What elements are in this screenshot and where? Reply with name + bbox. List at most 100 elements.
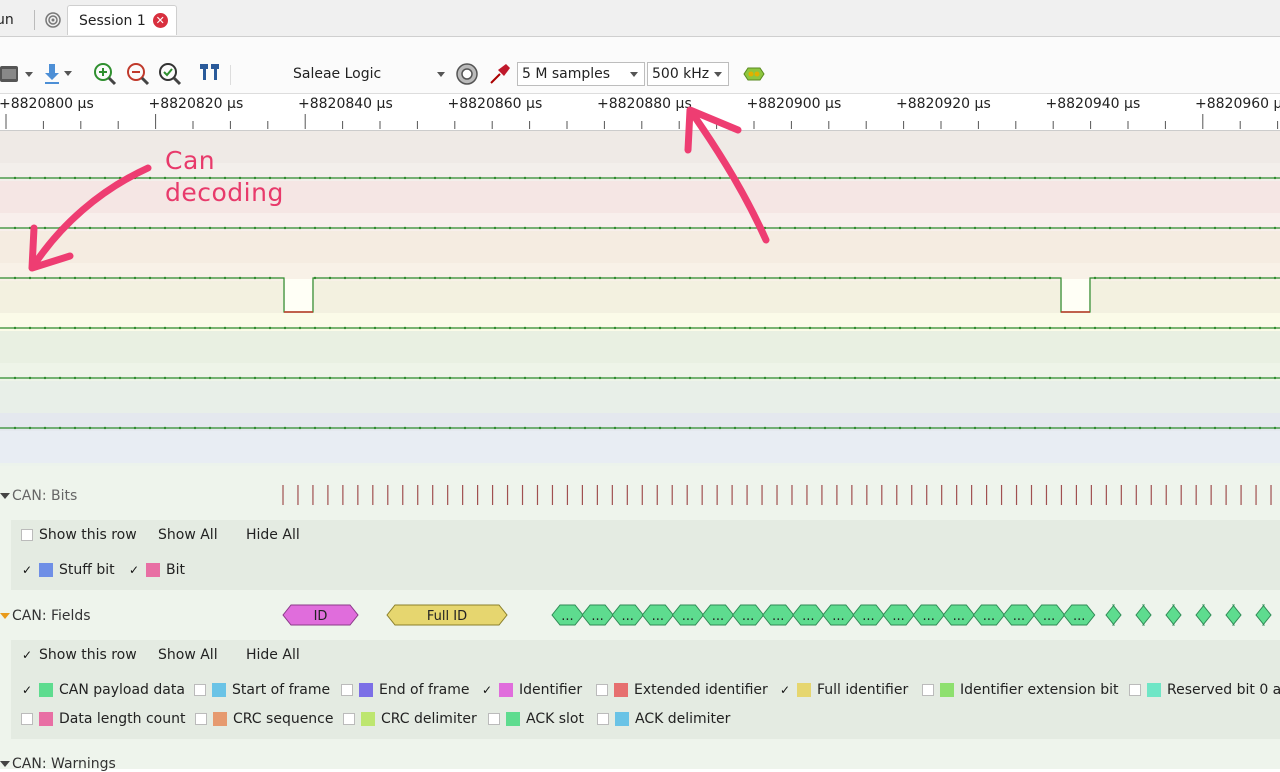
bits-filter-item[interactable]: ✓ Bit (128, 562, 185, 578)
filter-checkbox[interactable] (597, 713, 609, 725)
sample-dot (388, 426, 392, 430)
sample-dot (328, 176, 332, 180)
screenshot-icon[interactable] (0, 63, 34, 85)
fields-filter-item[interactable]: CRC sequence (195, 711, 334, 727)
bits-section-header[interactable]: CAN: Bits (0, 488, 77, 504)
filter-checkbox[interactable]: ✓ (128, 564, 140, 576)
collapse-triangle-icon[interactable] (0, 493, 10, 499)
field-marker[interactable]: ... (852, 604, 885, 626)
filter-checkbox[interactable] (21, 713, 33, 725)
filter-checkbox[interactable] (341, 684, 353, 696)
bits-filter-item[interactable]: ✓ Stuff bit (21, 562, 115, 578)
device-select[interactable]: Saleae Logic (288, 62, 452, 86)
markers-icon[interactable] (198, 62, 222, 84)
field-marker[interactable]: ... (1032, 604, 1066, 626)
bits-show-all-button[interactable]: Show All (158, 527, 218, 543)
fields-filter-item[interactable]: ✓ Full identifier (779, 682, 908, 698)
warnings-section-header[interactable]: CAN: Warnings (0, 756, 116, 772)
collapse-triangle-icon[interactable] (0, 761, 10, 767)
fields-hide-all-button[interactable]: Hide All (246, 647, 300, 663)
field-marker[interactable]: ... (942, 604, 975, 626)
fields-filter-item[interactable]: Reserved bit 0 ar (1129, 682, 1280, 698)
field-marker[interactable] (1225, 604, 1242, 626)
field-marker[interactable]: ... (581, 604, 614, 626)
sample-dot (598, 226, 602, 230)
filter-checkbox[interactable] (343, 713, 355, 725)
bits-show-row[interactable]: Show this row (21, 527, 137, 543)
zoom-in-icon[interactable] (93, 62, 117, 86)
fields-filter-item[interactable]: Start of frame (194, 682, 330, 698)
field-marker[interactable] (1195, 604, 1212, 626)
collapse-triangle-icon[interactable] (0, 613, 10, 619)
show-row-checkbox[interactable]: ✓ (21, 649, 33, 661)
field-marker[interactable] (1255, 604, 1272, 626)
field-marker[interactable]: ... (882, 604, 915, 626)
fields-filter-item[interactable]: End of frame (341, 682, 470, 698)
filter-checkbox[interactable]: ✓ (779, 684, 791, 696)
filter-checkbox[interactable]: ✓ (21, 684, 33, 696)
sample-dot (103, 176, 107, 180)
show-row-checkbox[interactable] (21, 529, 33, 541)
filter-checkbox[interactable] (596, 684, 608, 696)
fields-filter-item[interactable]: ACK slot (488, 711, 584, 727)
gear-icon[interactable] (455, 62, 479, 86)
sample-dot (343, 176, 347, 180)
filter-checkbox[interactable]: ✓ (21, 564, 33, 576)
sample-dot (283, 326, 287, 330)
close-icon[interactable]: ✕ (152, 13, 168, 28)
sample-dot (418, 426, 422, 430)
field-marker[interactable]: ... (641, 604, 674, 626)
field-marker[interactable]: ... (762, 604, 795, 626)
fields-filter-item[interactable]: Data length count (21, 711, 185, 727)
fields-filter-item[interactable]: CRC delimiter (343, 711, 477, 727)
field-marker[interactable] (1165, 604, 1182, 626)
field-marker[interactable] (1135, 604, 1152, 626)
analyzer-panel: CAN: Bits Show this row Show All Hide Al… (0, 466, 1280, 772)
field-marker[interactable]: ... (551, 604, 584, 626)
start-capture-icon[interactable] (742, 64, 766, 84)
zoom-out-icon[interactable] (126, 62, 150, 86)
field-marker[interactable]: ... (1063, 604, 1096, 626)
field-marker[interactable] (1105, 604, 1122, 626)
field-marker[interactable]: ... (671, 604, 705, 626)
download-icon[interactable] (44, 62, 74, 86)
filter-checkbox[interactable] (1129, 684, 1141, 696)
sample-dot (418, 276, 422, 280)
filter-checkbox[interactable] (922, 684, 934, 696)
bits-hide-all-button[interactable]: Hide All (246, 527, 300, 543)
fields-filter-item[interactable]: Identifier extension bit (922, 682, 1118, 698)
trigger-pin-icon[interactable] (488, 62, 512, 86)
field-marker[interactable]: Full ID (386, 604, 508, 626)
bits-title: CAN: Bits (12, 488, 78, 504)
field-marker[interactable]: ... (972, 604, 1006, 626)
field-marker[interactable]: ... (792, 604, 825, 626)
fields-filter-item[interactable]: ✓ CAN payload data (21, 682, 185, 698)
tab-session-1[interactable]: Session 1 ✕ (67, 5, 177, 35)
field-marker[interactable]: ... (1002, 604, 1036, 626)
fields-filter-item[interactable]: Extended identifier (596, 682, 768, 698)
filter-checkbox[interactable] (194, 684, 206, 696)
filter-checkbox[interactable] (195, 713, 207, 725)
capture-status-icon[interactable] (44, 5, 62, 35)
filter-checkbox[interactable]: ✓ (481, 684, 493, 696)
fields-section-header[interactable]: CAN: Fields (0, 608, 91, 624)
filter-label: Bit (166, 562, 185, 578)
sample-dot (13, 426, 17, 430)
field-marker[interactable]: ... (912, 604, 945, 626)
sample-dot (283, 226, 287, 230)
rate-select[interactable]: 500 kHz (647, 62, 729, 86)
samples-select[interactable]: 5 M samples (517, 62, 645, 86)
field-marker[interactable]: ... (611, 604, 644, 626)
field-marker[interactable]: ... (731, 604, 765, 626)
fields-filter-item[interactable]: ACK delimiter (597, 711, 730, 727)
zoom-fit-icon[interactable] (158, 62, 182, 86)
fields-show-row[interactable]: ✓ Show this row (21, 647, 137, 663)
fields-filter-item[interactable]: ✓ Identifier (481, 682, 582, 698)
field-marker[interactable]: ID (282, 604, 359, 626)
filter-checkbox[interactable] (488, 713, 500, 725)
field-label: ... (772, 609, 784, 624)
field-marker[interactable]: ... (822, 604, 855, 626)
fields-show-all-button[interactable]: Show All (158, 647, 218, 663)
tab-run[interactable]: un (0, 5, 14, 35)
field-marker[interactable]: ... (701, 604, 735, 626)
